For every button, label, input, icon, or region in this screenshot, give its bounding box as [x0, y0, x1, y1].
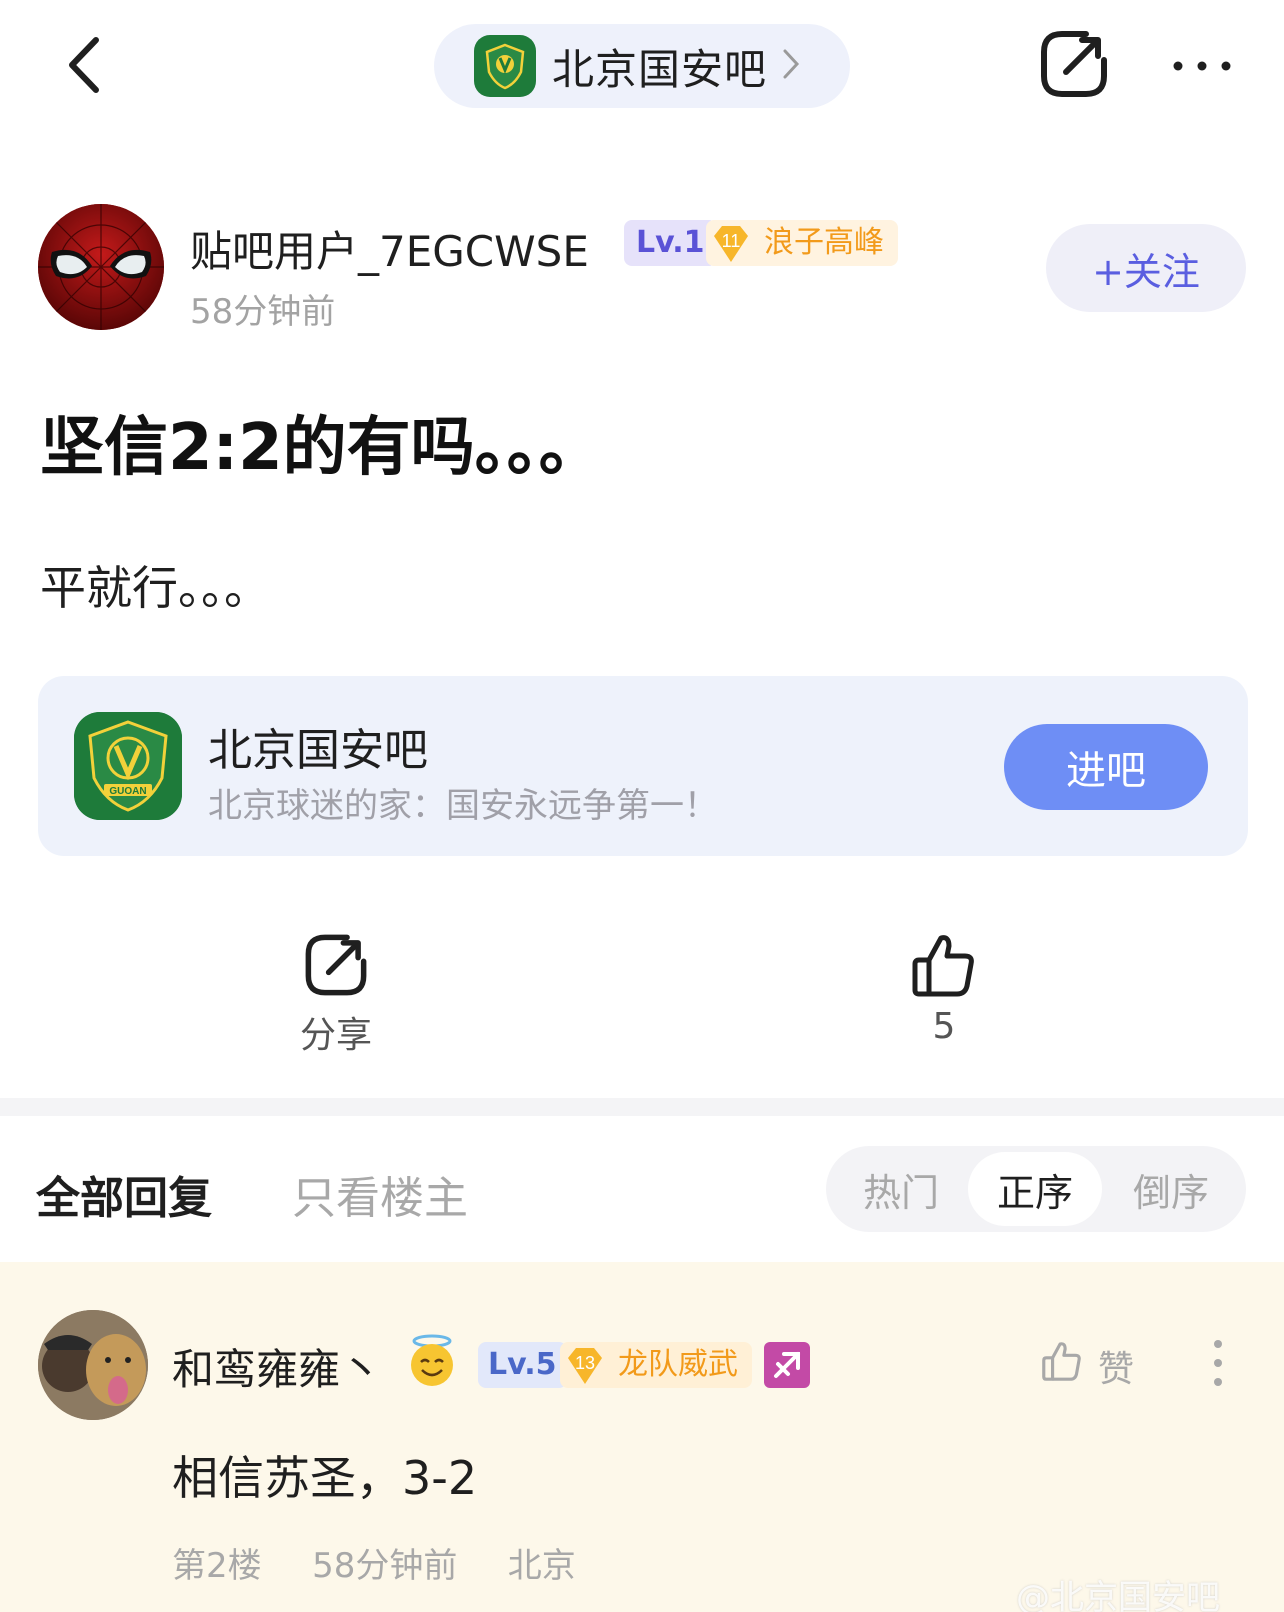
- forum-header-name: 北京国安吧: [552, 44, 768, 94]
- reply-like-button[interactable]: 赞: [1040, 1338, 1134, 1393]
- author-honor-badge: 11 浪子高峰: [706, 220, 898, 266]
- honor-diamond-icon: 13: [562, 1342, 608, 1388]
- reply-author-name[interactable]: 和鸾雍雍丶: [172, 1336, 382, 1397]
- watermark: @北京国安吧: [1016, 1578, 1220, 1612]
- post-author: 贴吧用户_7EGCWSE Lv.1 11 浪子高峰 58分钟前 +关注: [38, 204, 1248, 334]
- tab-op-only[interactable]: 只看楼主: [292, 1162, 468, 1226]
- section-divider: [0, 1098, 1284, 1116]
- author-honor-level: 11: [722, 231, 741, 251]
- forum-logo-icon: [474, 35, 536, 97]
- thumbs-up-icon: [1040, 1338, 1084, 1393]
- chevron-right-icon: [781, 47, 801, 85]
- reply-honor-title: 龙队威武: [618, 1347, 738, 1382]
- back-arrow-icon[interactable]: [60, 30, 120, 100]
- sort-descending[interactable]: 倒序: [1104, 1152, 1238, 1226]
- author-avatar[interactable]: [38, 204, 164, 330]
- reply-level-badge: Lv.5: [478, 1342, 567, 1388]
- tab-all-replies[interactable]: 全部回复: [36, 1162, 212, 1226]
- angel-emoji-icon: [404, 1332, 460, 1388]
- forum-logo-text: GUOAN: [109, 786, 146, 797]
- reply-honor-badge: 13 龙队威武: [560, 1342, 752, 1388]
- follow-button[interactable]: +关注: [1046, 224, 1246, 312]
- reply-floor: 第2楼: [172, 1546, 262, 1586]
- more-dots-icon[interactable]: [1168, 46, 1236, 86]
- thumbs-up-icon: [909, 930, 979, 1000]
- reply-honor-level: 13: [575, 1353, 595, 1373]
- post-body: 平就行。。。: [40, 561, 270, 615]
- forum-card-name: 北京国安吧: [208, 725, 428, 776]
- reply-meta: 第2楼 58分钟前 北京: [172, 1538, 576, 1587]
- sort-ascending[interactable]: 正序: [968, 1152, 1102, 1226]
- like-action[interactable]: 5: [884, 930, 1004, 1047]
- forum-card-description: 北京球迷的家：国安永远争第一！: [208, 786, 718, 826]
- top-bar: 北京国安吧: [0, 0, 1284, 130]
- reply-item: 和鸾雍雍丶 Lv.5 13 龙队威武 赞 相信苏圣，3-2 第2楼 58分钟前 …: [0, 1262, 1284, 1612]
- forum-card[interactable]: GUOAN 北京国安吧 北京球迷的家：国安永远争第一！ 进吧: [38, 676, 1248, 856]
- share-icon[interactable]: [1036, 26, 1112, 102]
- reply-location: 北京: [507, 1546, 576, 1586]
- reply-time: 58分钟前: [312, 1546, 458, 1586]
- honor-diamond-icon: 11: [708, 220, 754, 266]
- author-honor-title: 浪子高峰: [764, 225, 884, 260]
- forum-logo-icon: GUOAN: [74, 712, 182, 820]
- enter-forum-button[interactable]: 进吧: [1004, 724, 1208, 810]
- share-label: 分享: [299, 1015, 372, 1056]
- author-name[interactable]: 贴吧用户_7EGCWSE: [190, 218, 589, 279]
- vertical-dots-icon[interactable]: [1208, 1338, 1228, 1388]
- share-action[interactable]: 分享: [276, 930, 396, 1058]
- like-count: 5: [932, 1006, 956, 1047]
- reply-like-label: 赞: [1098, 1348, 1135, 1390]
- sort-hot[interactable]: 热门: [834, 1152, 968, 1226]
- sagittarius-icon: [764, 1342, 810, 1388]
- sort-toggle: 热门 正序 倒序: [826, 1146, 1246, 1232]
- reply-text: 相信苏圣，3-2: [172, 1451, 478, 1505]
- author-level-badge: Lv.1: [624, 220, 717, 266]
- reply-avatar[interactable]: [38, 1310, 148, 1420]
- post-time: 58分钟前: [190, 292, 336, 332]
- forum-header-pill[interactable]: 北京国安吧: [434, 24, 850, 108]
- post-title: 坚信2:2的有吗。。。: [40, 411, 603, 485]
- share-icon: [301, 930, 371, 1000]
